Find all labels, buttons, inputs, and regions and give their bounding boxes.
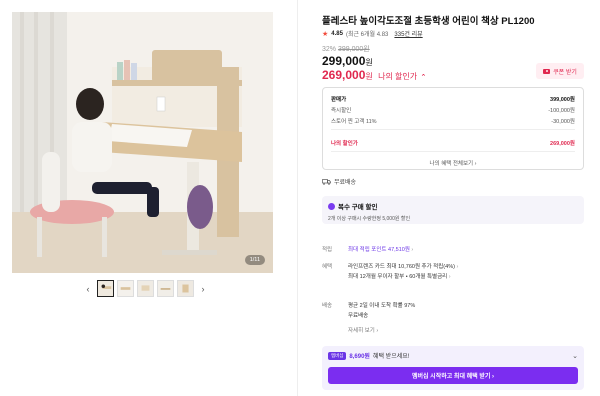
discount-percent: 32%	[322, 46, 337, 53]
divider	[331, 129, 575, 130]
thumbnail-2[interactable]	[117, 280, 134, 297]
benefit-row: 혜택 라인프렌즈 카드 최대 10,760원 추가 적립(4%) › 최대 12…	[322, 262, 458, 282]
delivery-more-link[interactable]: 자세히 보기 ›	[348, 326, 378, 336]
coupon-button-label: 쿠폰 받기	[553, 69, 577, 76]
breakdown-label: 판매가	[331, 96, 347, 103]
breakdown-label: 즉시할인	[331, 107, 352, 114]
bundle-title: 복수 구매 할인	[338, 204, 378, 211]
rating-score: 4.85	[331, 30, 343, 37]
benefit-line-2: 최대 12개월 무이자 할부 • 60개월 특별금리	[348, 274, 448, 280]
benefit-line-1: 라인프렌즈 카드 최대 10,760원 추가 적립(4%)	[348, 264, 455, 270]
benefit-values: 라인프렌즈 카드 최대 10,760원 추가 적립(4%) › 최대 12개월 …	[348, 262, 458, 282]
breakdown-row: 즉시할인 -100,000원	[331, 104, 575, 115]
chevron-up-icon: ⌃	[420, 74, 427, 81]
truck-icon	[322, 178, 331, 185]
delivery-line-1: 평균 2일 이내 도착 확률 97%	[348, 303, 416, 309]
benefit-label: 혜택	[322, 264, 333, 270]
price-breakdown: 판매가 399,000원 즉시할인 -100,000원 스토어 찐 고객 11%…	[322, 87, 584, 170]
breakdown-label: 스토어 찐 고객 11%	[331, 118, 377, 125]
membership-badge: 멤버십	[328, 351, 347, 360]
breakdown-final-value: 269,000원	[550, 140, 575, 147]
discount-icon	[328, 202, 335, 210]
star-icon: ★	[322, 30, 329, 38]
my-discount-price[interactable]: 269,000원 나의 할인가 ⌃	[322, 68, 426, 82]
original-price: 399,000원	[337, 46, 370, 53]
reviews-link[interactable]: 335건 리뷰	[394, 29, 422, 38]
prev-image-arrow[interactable]: ‹	[82, 284, 94, 294]
points-value-wrap[interactable]: 최대 적립 포인트 47,510원 ›	[348, 245, 413, 255]
product-main-image[interactable]: 1/11	[12, 12, 273, 273]
shipping-text: 무료배송	[334, 180, 357, 186]
breakdown-value: -100,000원	[548, 107, 575, 114]
membership-start-button[interactable]: 멤버십 시작하고 최대 혜택 받기 ›	[328, 367, 578, 384]
breakdown-value: -30,000원	[551, 118, 575, 125]
view-all-benefits-link[interactable]: 나의 혜택 전체보기 ›	[331, 159, 575, 167]
membership-header[interactable]: 멤버십 8,690원 혜택 받으세요! ⌄	[328, 351, 578, 360]
breakdown-row: 스토어 찐 고객 11% -30,000원	[331, 115, 575, 126]
thumbnail-5[interactable]	[177, 280, 194, 297]
my-price-unit: 원	[365, 72, 373, 81]
points-value: 최대 적립 포인트 47,510원	[348, 247, 410, 253]
shipping-info: 무료배송	[322, 177, 356, 186]
breakdown-final-label: 나의 할인가	[331, 140, 358, 147]
bundle-discount-box: 복수 구매 할인 2개 이상 구매시 수량한정 5,000원 할인	[322, 196, 584, 224]
delivery-line-2: 무료배송	[348, 313, 369, 319]
delivery-label: 배송	[322, 303, 333, 309]
discount-row: 32% 399,000원	[322, 44, 370, 54]
product-title: 플레스타 높이각도조절 초등학생 어린이 책상 PL1200	[322, 16, 535, 27]
breakdown-row: 판매가 399,000원	[331, 93, 575, 104]
sale-price-unit: 원	[365, 58, 373, 67]
sale-price: 299,000원	[322, 54, 373, 68]
delivery-row: 배송 평균 2일 이내 도착 확률 97% 무료배송 자세히 보기 ›	[322, 301, 415, 336]
chevron-right-icon[interactable]: ›	[449, 274, 451, 280]
rating-recent: (최근 6개월 4.83	[345, 32, 389, 38]
my-price-value: 269,000	[322, 68, 366, 82]
my-price-label: 나의 할인가	[378, 72, 418, 81]
divider	[331, 151, 575, 152]
thumbnail-4[interactable]	[157, 280, 174, 297]
sale-price-value: 299,000	[322, 54, 366, 68]
coupon-icon	[543, 68, 551, 74]
breakdown-value: 399,000원	[550, 96, 575, 103]
product-photo	[12, 12, 273, 273]
thumbnail-1[interactable]	[97, 280, 114, 297]
points-row: 적립 최대 적립 포인트 47,510원 ›	[322, 245, 413, 255]
bundle-description: 2개 이상 구매시 수량한정 5,000원 할인	[328, 216, 411, 222]
coupon-button[interactable]: 쿠폰 받기	[536, 63, 584, 79]
membership-text: 혜택 받으세요!	[372, 354, 410, 360]
delivery-values: 평균 2일 이내 도착 확률 97% 무료배송 자세히 보기 ›	[348, 301, 415, 336]
next-image-arrow[interactable]: ›	[197, 284, 209, 294]
thumbnail-3[interactable]	[137, 280, 154, 297]
points-label: 적립	[322, 247, 333, 253]
image-counter: 1/11	[244, 255, 265, 265]
breakdown-final-row: 나의 할인가 269,000원	[331, 137, 575, 148]
chevron-right-icon[interactable]: ›	[456, 264, 458, 270]
chevron-down-icon[interactable]: ⌄	[572, 352, 578, 360]
chevron-right-icon: ›	[411, 247, 414, 253]
bundle-title-row: 복수 구매 할인	[328, 201, 578, 211]
membership-amount: 8,690원	[349, 354, 370, 360]
rating-row: ★ 4.85 (최근 6개월 4.83 335건 리뷰	[322, 29, 423, 39]
membership-box: 멤버십 8,690원 혜택 받으세요! ⌄ 멤버십 시작하고 최대 혜택 받기 …	[322, 346, 584, 390]
thumbnail-strip: ‹ ›	[82, 280, 209, 297]
product-gallery: 1/11 ‹ ›	[0, 0, 298, 396]
